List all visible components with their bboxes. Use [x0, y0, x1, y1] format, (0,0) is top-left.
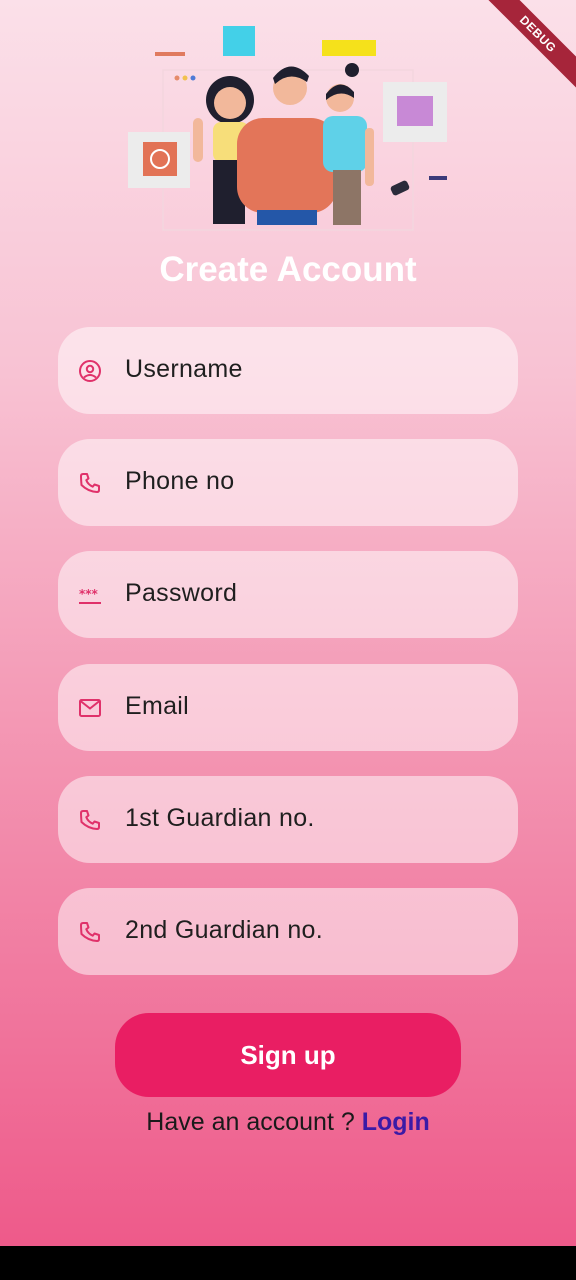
phone-field[interactable]: Phone no	[58, 439, 518, 526]
guardian1-phone-field[interactable]: 1st Guardian no.	[58, 776, 518, 863]
page-title: Create Account	[159, 250, 417, 289]
phone-icon	[80, 922, 100, 942]
guardian2-placeholder: 2nd Guardian no.	[125, 916, 324, 944]
password-icon: ***	[79, 587, 101, 604]
username-placeholder: Username	[125, 355, 243, 383]
password-field[interactable]: *** Password	[58, 551, 518, 638]
account-circle-icon	[79, 360, 101, 382]
svg-text:***: ***	[79, 587, 99, 601]
login-row: Have an account ? Login	[0, 1108, 576, 1137]
signup-screen: DEBUG Create Account Username Phone no *…	[0, 0, 576, 1246]
system-navigation-bar	[0, 1246, 576, 1280]
phone-icon	[80, 810, 100, 830]
mail-icon	[79, 699, 101, 717]
email-placeholder: Email	[125, 692, 190, 720]
login-link[interactable]: Login	[362, 1108, 430, 1136]
guardian1-placeholder: 1st Guardian no.	[125, 804, 315, 832]
phone-icon	[80, 473, 100, 493]
password-placeholder: Password	[125, 579, 238, 607]
sign-up-button[interactable]: Sign up	[115, 1013, 461, 1097]
phone-placeholder: Phone no	[125, 467, 235, 495]
hero-illustration	[128, 26, 447, 231]
email-field[interactable]: Email	[58, 664, 518, 751]
guardian2-phone-field[interactable]: 2nd Guardian no.	[58, 888, 518, 975]
username-field[interactable]: Username	[58, 327, 518, 414]
debug-banner: DEBUG	[480, 0, 576, 92]
login-prompt: Have an account ?	[146, 1108, 355, 1136]
